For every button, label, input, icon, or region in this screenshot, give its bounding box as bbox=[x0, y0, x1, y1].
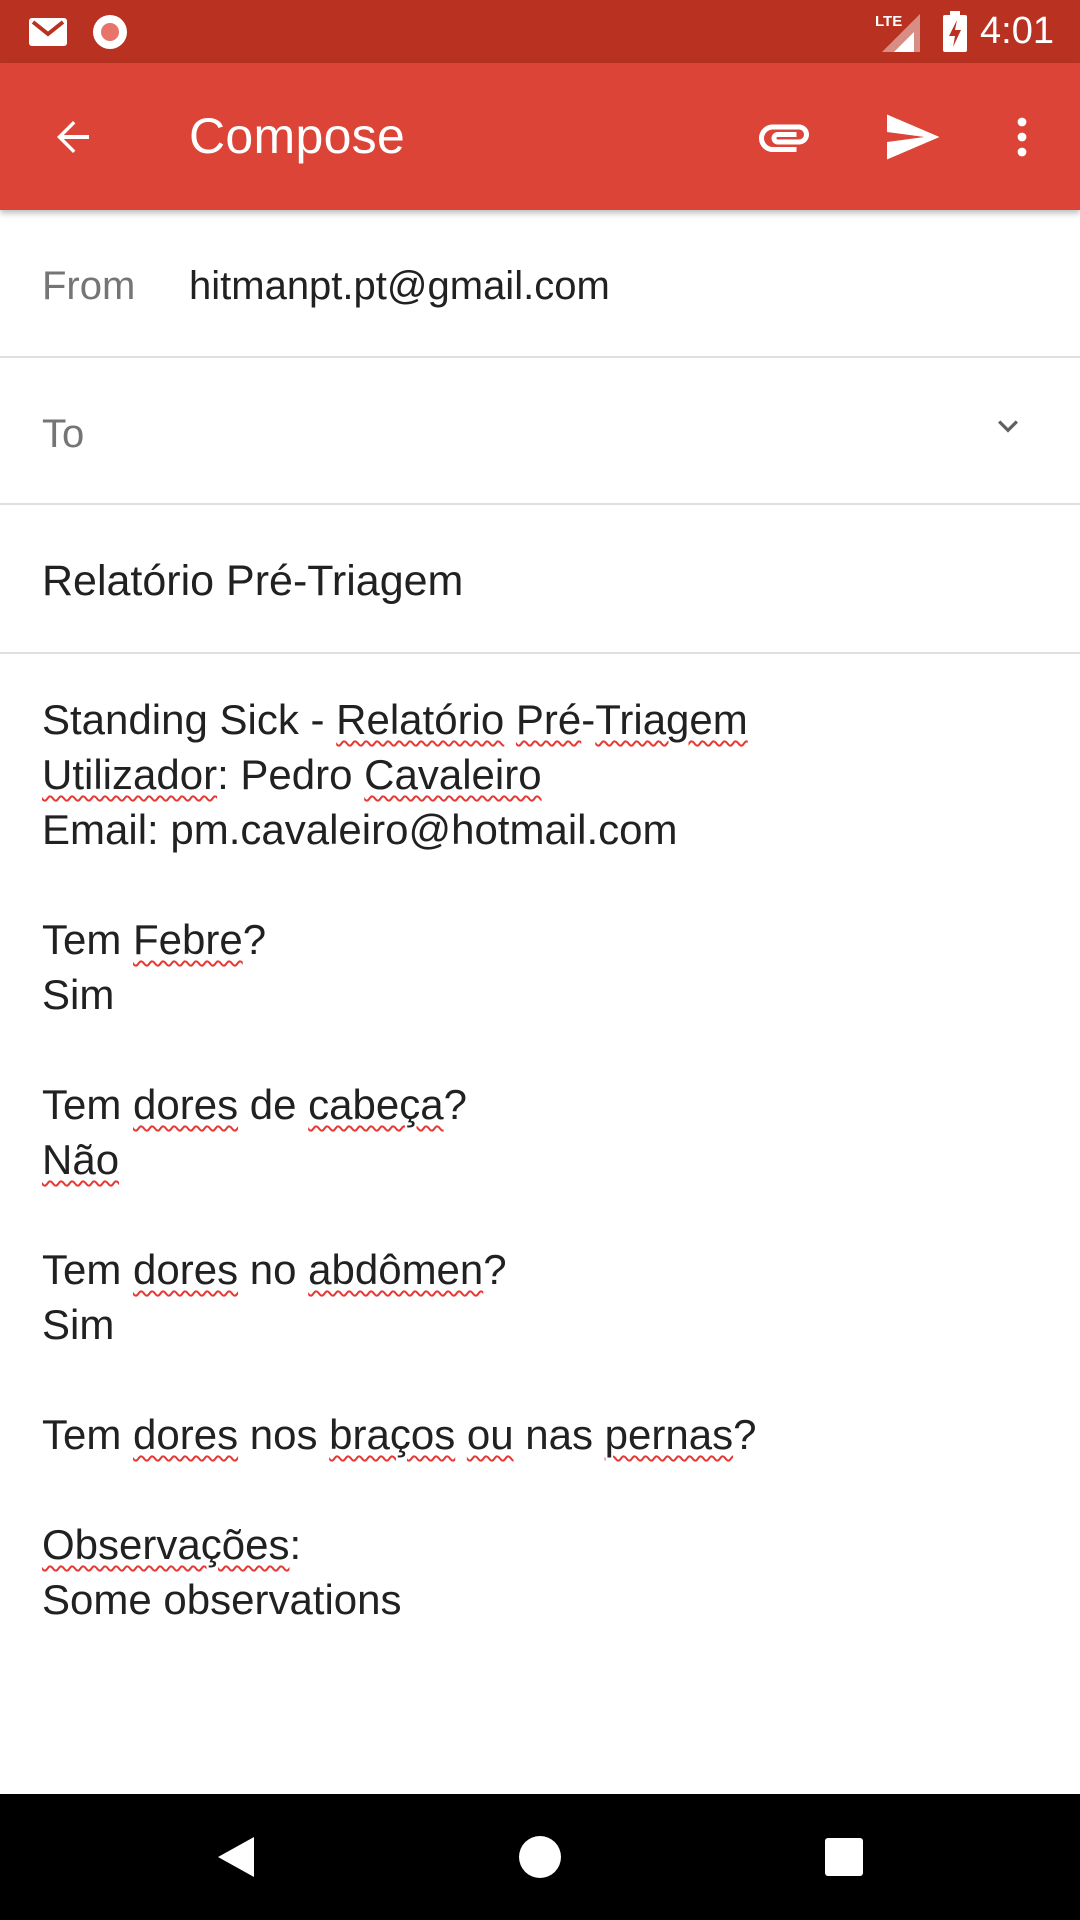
spellcheck-word: abdômen bbox=[308, 1246, 484, 1293]
arrow-back-icon bbox=[57, 120, 89, 153]
back-triangle-icon bbox=[218, 1837, 254, 1877]
body-text: ? bbox=[443, 1081, 467, 1128]
spellcheck-word: Observações bbox=[42, 1521, 290, 1568]
body-text: Tem bbox=[42, 1081, 134, 1128]
body-text: nas bbox=[513, 1411, 605, 1458]
gmail-icon bbox=[26, 0, 70, 63]
from-account[interactable]: hitmanpt.pt@gmail.com bbox=[189, 264, 610, 309]
back-button[interactable] bbox=[25, 63, 121, 210]
lte-signal-icon: LTE bbox=[872, 0, 922, 63]
network-label: LTE bbox=[875, 13, 902, 30]
battery-charging-icon bbox=[938, 0, 972, 63]
spellcheck-word: Não bbox=[42, 1136, 120, 1183]
nav-back-button[interactable] bbox=[166, 1794, 306, 1920]
spellcheck-word: dores bbox=[133, 1081, 239, 1128]
body-text: nos bbox=[238, 1411, 330, 1458]
send-button[interactable] bbox=[864, 63, 960, 210]
body-line: Email: pm.cavaleiro@hotmail.com bbox=[42, 802, 1042, 857]
body-text: Sim bbox=[42, 1301, 115, 1348]
app-toolbar: Compose bbox=[0, 63, 1080, 210]
attach-button[interactable] bbox=[736, 63, 832, 210]
recents-square-icon bbox=[825, 1838, 863, 1876]
subject-field[interactable]: Relatório Pré-Triagem bbox=[42, 557, 463, 606]
body-text bbox=[455, 1411, 467, 1458]
message-body[interactable]: Standing Sick - Relatório Pré-Triagem Uti… bbox=[42, 692, 1042, 1627]
body-text: Tem bbox=[42, 916, 134, 963]
body-blank-line bbox=[42, 1022, 1042, 1077]
body-line: Tem dores nos braços ou nas pernas? bbox=[42, 1407, 1042, 1462]
send-icon bbox=[887, 114, 940, 159]
body-text: de bbox=[238, 1081, 309, 1128]
body-text: : bbox=[289, 1521, 302, 1568]
subject-row: Relatório Pré-Triagem bbox=[0, 505, 1080, 654]
from-row: From hitmanpt.pt@gmail.com bbox=[0, 210, 1080, 358]
body-blank-line bbox=[42, 1187, 1042, 1242]
home-circle-icon bbox=[519, 1836, 561, 1878]
spellcheck-word: Febre bbox=[133, 916, 243, 963]
to-input[interactable] bbox=[130, 378, 934, 480]
body-line: Sim bbox=[42, 1297, 1042, 1352]
body-line: Não bbox=[42, 1132, 1042, 1187]
body-line: Observações: bbox=[42, 1517, 1042, 1572]
body-text: Sim bbox=[42, 971, 115, 1018]
body-line: Tem dores no abdômen? bbox=[42, 1242, 1042, 1297]
body-text: Email: pm.cavaleiro@hotmail.com bbox=[42, 806, 678, 853]
spellcheck-word: pernas bbox=[604, 1411, 734, 1458]
spellcheck-word: Triagem bbox=[595, 696, 748, 743]
spellcheck-word: dores bbox=[133, 1411, 239, 1458]
body-text: Tem bbox=[42, 1246, 134, 1293]
spellcheck-word: Pré bbox=[515, 696, 582, 743]
body-line: Utilizador: Pedro Cavaleiro bbox=[42, 747, 1042, 802]
body-text: ? bbox=[242, 916, 267, 963]
to-row: To bbox=[0, 358, 1080, 505]
to-label: To bbox=[42, 412, 85, 456]
status-bar: LTE 4:01 bbox=[0, 0, 1080, 63]
chevron-down-icon bbox=[998, 420, 1018, 433]
body-blank-line bbox=[42, 857, 1042, 912]
compose-screen: LTE 4:01 Compose From hitmanpt.pt@gmail.… bbox=[0, 0, 1080, 1920]
body-text: Tem bbox=[42, 1411, 134, 1458]
body-line: Tem dores de cabeça? bbox=[42, 1077, 1042, 1132]
spellcheck-word: dores bbox=[133, 1246, 239, 1293]
spellcheck-word: Utilizador bbox=[42, 751, 218, 798]
body-text: Standing Sick - bbox=[42, 696, 337, 743]
spellcheck-word: cabeça bbox=[308, 1081, 444, 1128]
nav-recents-button[interactable] bbox=[774, 1794, 914, 1920]
body-text: : Pedro bbox=[217, 751, 365, 798]
spellcheck-word: braços bbox=[329, 1411, 456, 1458]
body-text: Some observations bbox=[42, 1576, 402, 1623]
record-icon bbox=[88, 0, 132, 63]
spellcheck-word: ou bbox=[466, 1411, 514, 1458]
status-time: 4:01 bbox=[980, 10, 1054, 52]
expand-recipients-button[interactable] bbox=[976, 394, 1040, 458]
body-text bbox=[504, 696, 516, 743]
nav-home-button[interactable] bbox=[470, 1794, 610, 1920]
body-line: Tem Febre? bbox=[42, 912, 1042, 967]
body-line: Sim bbox=[42, 967, 1042, 1022]
paperclip-icon bbox=[759, 124, 809, 152]
body-blank-line bbox=[42, 1352, 1042, 1407]
body-text: ? bbox=[483, 1246, 507, 1293]
page-title: Compose bbox=[189, 108, 406, 164]
spellcheck-word: Cavaleiro bbox=[364, 751, 542, 798]
body-text: ? bbox=[733, 1411, 757, 1458]
navigation-bar bbox=[0, 1794, 1080, 1920]
body-text: - bbox=[581, 696, 596, 743]
body-text: no bbox=[238, 1246, 309, 1293]
body-line: Some observations bbox=[42, 1572, 1042, 1627]
body-blank-line bbox=[42, 1462, 1042, 1517]
from-label: From bbox=[42, 264, 136, 308]
spellcheck-word: Relatório bbox=[336, 696, 505, 743]
more-vert-icon bbox=[1017, 117, 1027, 156]
more-options-button[interactable] bbox=[974, 63, 1070, 210]
body-line: Standing Sick - Relatório Pré-Triagem bbox=[42, 692, 1042, 747]
